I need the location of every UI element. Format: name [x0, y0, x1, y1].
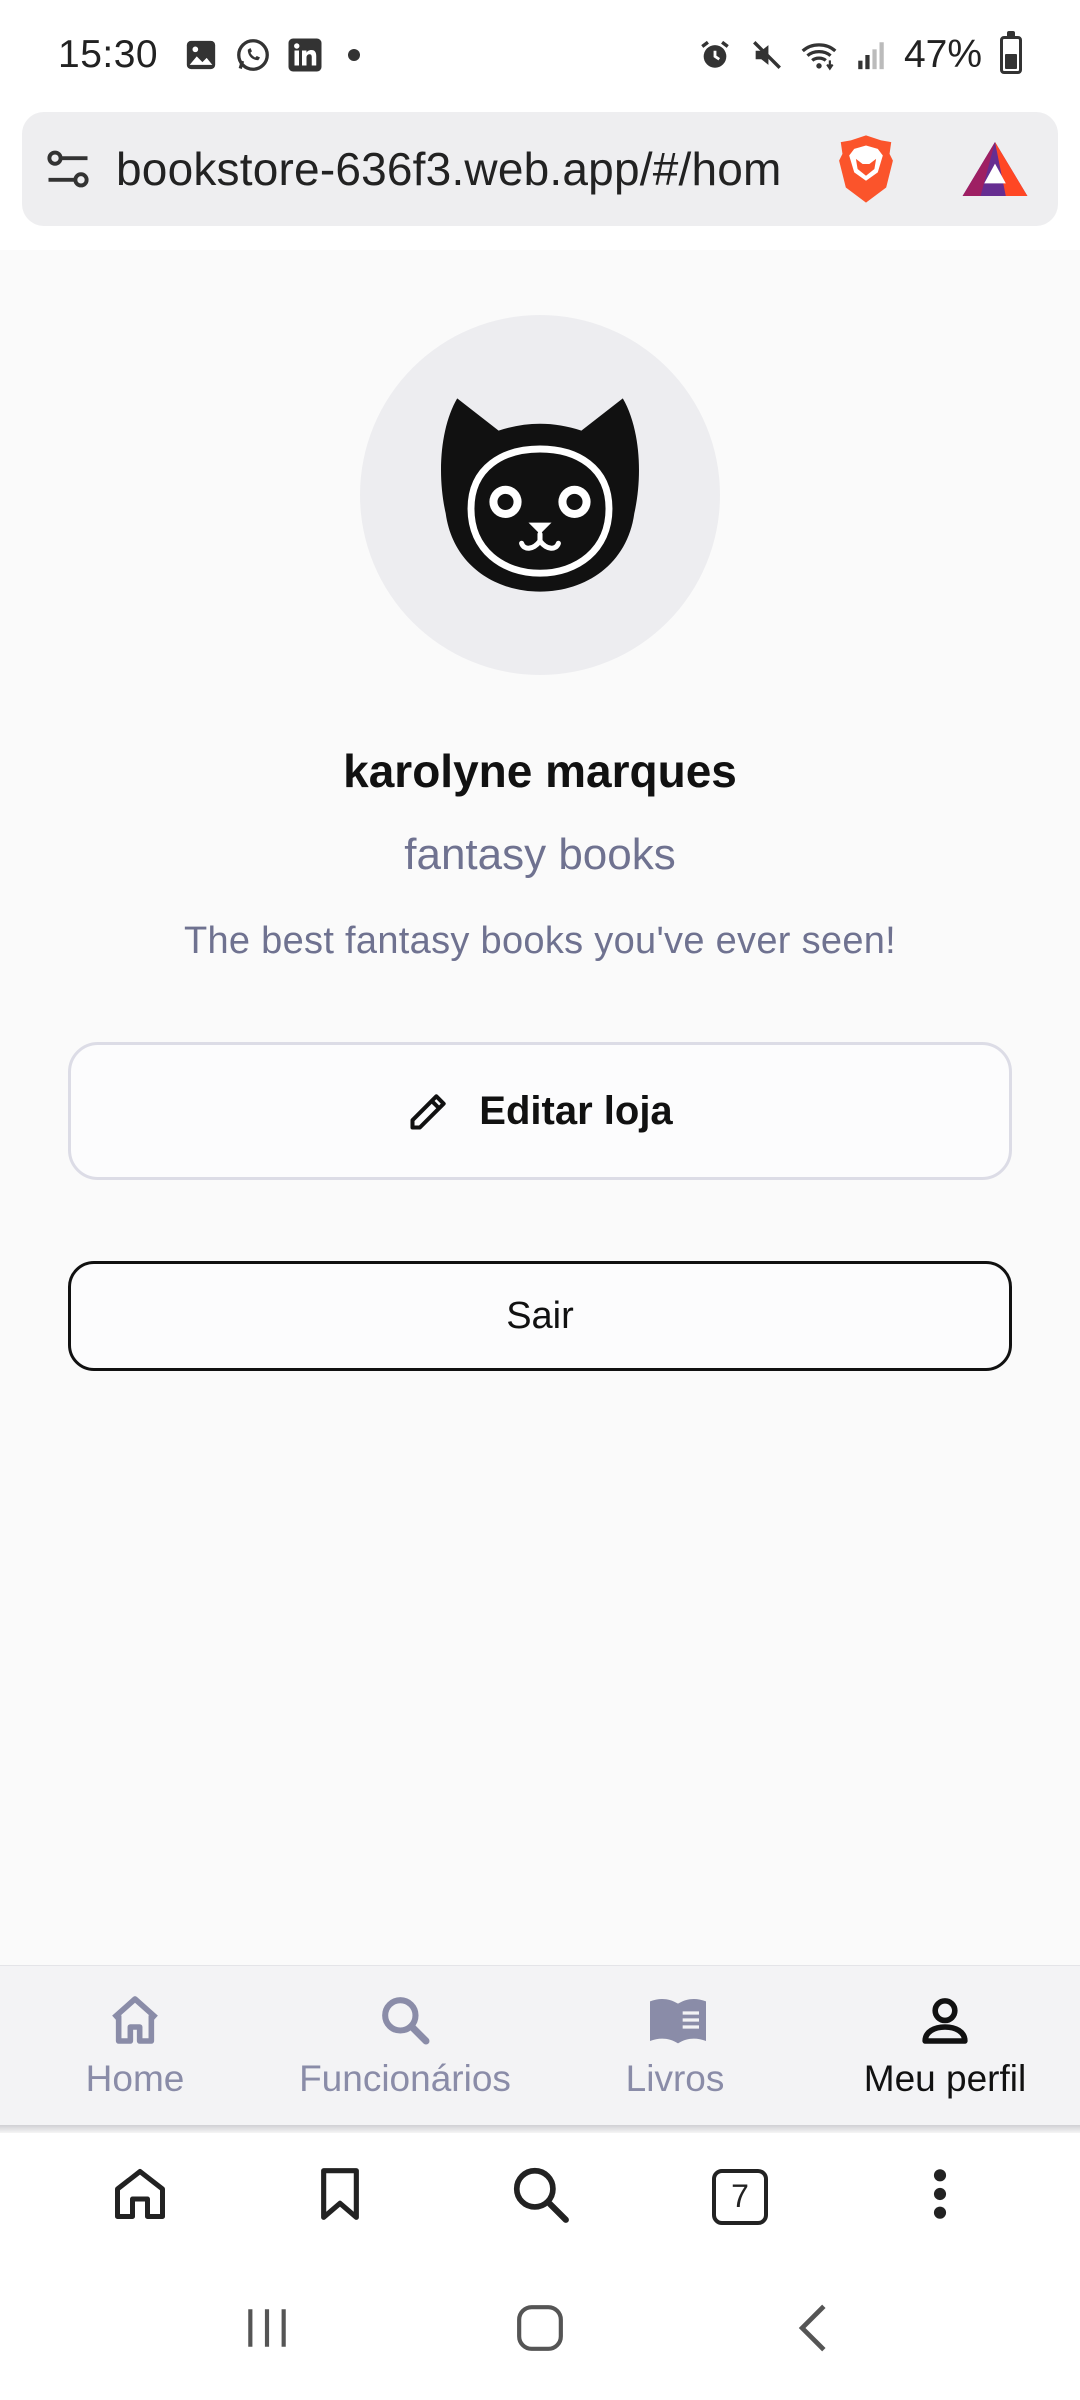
status-time: 15:30	[58, 33, 159, 76]
status-bar: 15:30 47%	[0, 0, 1080, 110]
browser-address-area: bookstore-636f3.web.app/#/hom	[0, 110, 1080, 250]
system-nav-bar	[0, 2260, 1080, 2400]
back-chevron-icon	[796, 2302, 830, 2359]
nav-item-books[interactable]: Livros	[540, 1966, 810, 2130]
home-square-icon	[515, 2303, 565, 2358]
address-bar[interactable]: bookstore-636f3.web.app/#/hom	[22, 112, 1058, 226]
cat-avatar-icon	[441, 398, 639, 592]
profile-page: karolyne marques fantasy books The best …	[0, 250, 1080, 1965]
linkedin-icon	[286, 36, 324, 74]
book-icon	[647, 1992, 706, 2048]
nav-item-home[interactable]: Home	[0, 1966, 270, 2130]
url-text[interactable]: bookstore-636f3.web.app/#/hom	[116, 142, 811, 196]
status-bar-right: 47%	[696, 31, 1022, 77]
nav-label-employees: Funcionários	[299, 2058, 511, 2099]
bookmark-icon	[312, 2164, 368, 2229]
signal-icon	[852, 36, 890, 74]
tabs-button[interactable]: 7	[700, 2157, 780, 2237]
home-icon	[107, 1992, 163, 2048]
system-home-button[interactable]	[495, 2290, 585, 2370]
avatar	[360, 315, 720, 675]
battery-level-fill	[1005, 53, 1017, 69]
recent-apps-button[interactable]	[222, 2290, 312, 2370]
browser-toolbar: 7	[0, 2133, 1080, 2260]
recents-icon	[242, 2305, 292, 2356]
mute-icon	[748, 36, 786, 74]
edit-store-button[interactable]: Editar loja	[68, 1042, 1012, 1180]
nav-label-home: Home	[85, 2058, 185, 2099]
whatsapp-icon	[234, 36, 272, 74]
site-settings-icon[interactable]	[42, 143, 94, 195]
gallery-icon	[182, 36, 220, 74]
alarm-icon	[696, 36, 734, 74]
search-icon	[509, 2163, 571, 2230]
store-name: fantasy books	[404, 830, 676, 879]
bookmark-button[interactable]	[300, 2157, 380, 2237]
app-bottom-nav: Home Funcionários Livros Meu perfil	[0, 1965, 1080, 2130]
browser-menu-button[interactable]	[900, 2157, 980, 2237]
battery-icon	[1000, 31, 1022, 74]
logout-button[interactable]: Sair	[68, 1261, 1012, 1371]
system-back-button[interactable]	[768, 2290, 858, 2370]
nav-item-employees[interactable]: Funcionários	[270, 1966, 540, 2130]
tab-count: 7	[712, 2168, 768, 2225]
search-icon	[377, 1992, 433, 2048]
wifi-icon	[800, 36, 838, 74]
owner-name: karolyne marques	[343, 745, 737, 797]
home-icon	[110, 2164, 170, 2229]
edit-store-label: Editar loja	[479, 1088, 673, 1133]
notification-dot	[348, 49, 361, 61]
brave-shields-icon[interactable]	[831, 132, 901, 206]
pencil-icon	[407, 1089, 451, 1133]
store-description: The best fantasy books you've ever seen!	[183, 920, 897, 962]
brave-rewards-icon[interactable]	[959, 138, 1031, 200]
nav-label-books: Livros	[625, 2058, 725, 2099]
battery-percent: 47%	[903, 33, 982, 76]
browser-search-button[interactable]	[500, 2157, 580, 2237]
more-vertical-icon	[930, 2166, 950, 2227]
person-icon	[917, 1992, 973, 2048]
nav-divider	[0, 2125, 1080, 2133]
nav-label-profile: Meu perfil	[863, 2058, 1027, 2099]
browser-home-button[interactable]	[100, 2157, 180, 2237]
nav-item-profile[interactable]: Meu perfil	[810, 1966, 1080, 2130]
status-bar-left: 15:30	[58, 33, 361, 77]
